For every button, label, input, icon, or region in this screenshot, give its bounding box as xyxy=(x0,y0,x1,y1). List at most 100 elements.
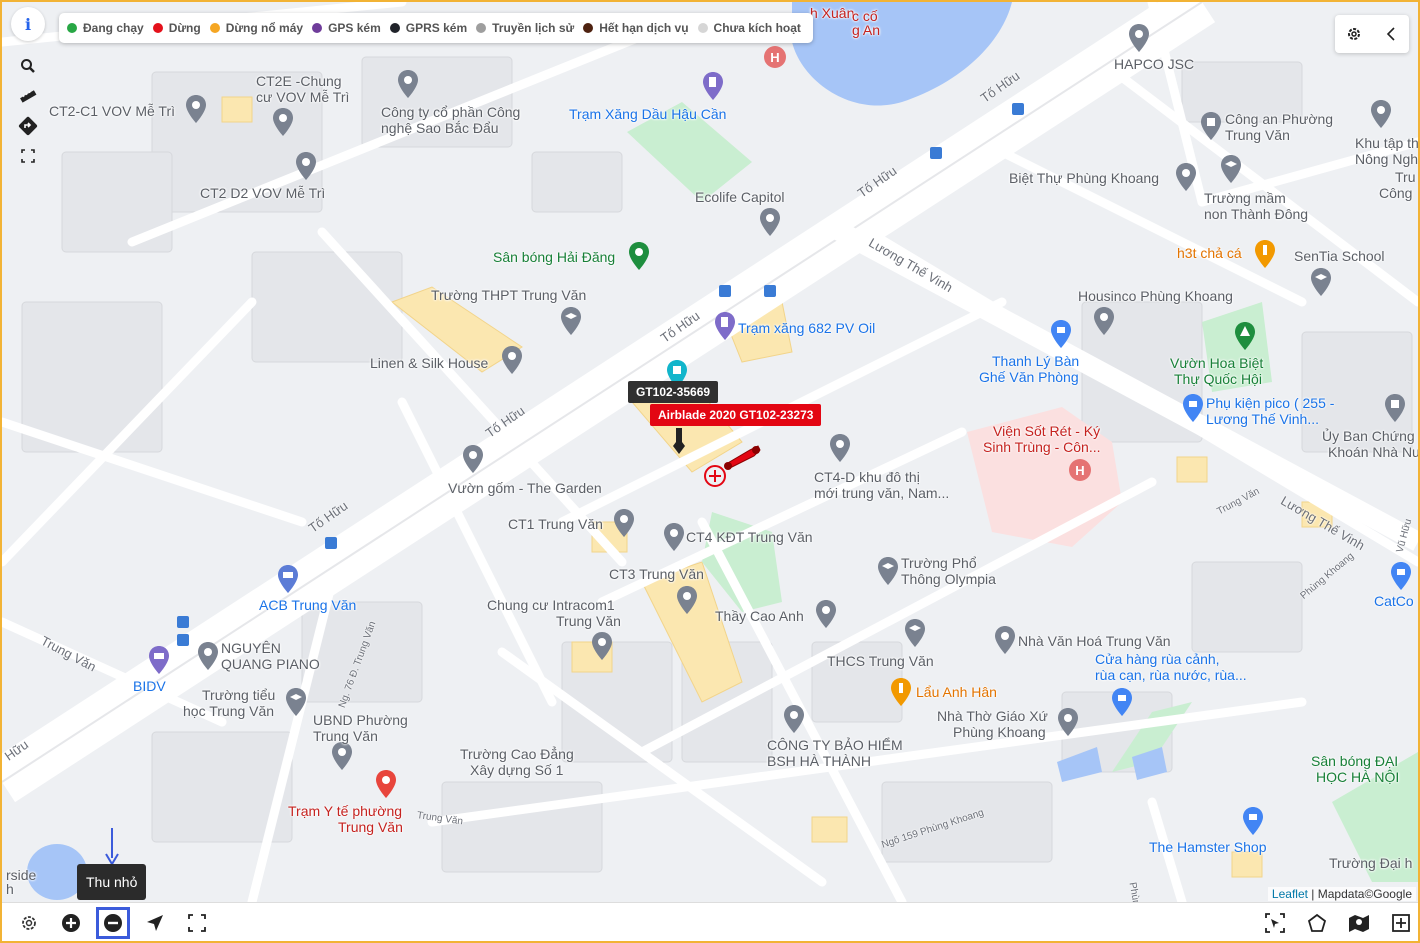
police-pin-icon[interactable] xyxy=(1200,112,1222,140)
bank-pin-icon[interactable] xyxy=(277,565,299,593)
map-canvas[interactable]: H H Tố Hữu Tố Hữu Tố Hữu Tố Hữu Tố Hữu L… xyxy=(2,2,1418,902)
school-pin-icon[interactable] xyxy=(877,557,899,585)
school-pin-icon[interactable] xyxy=(1310,268,1332,296)
poi-label: Thông Olympia xyxy=(901,571,996,587)
poi-label: nghệ Sao Bắc Đẩu xyxy=(381,120,499,136)
select-area-icon[interactable] xyxy=(1260,909,1290,937)
poi-label: ACB Trung Văn xyxy=(259,597,357,613)
school-pin-icon[interactable] xyxy=(904,619,926,647)
settings-icon[interactable] xyxy=(1335,15,1372,53)
shop-pin-icon[interactable] xyxy=(1390,562,1412,590)
stadium-pin-icon[interactable] xyxy=(628,242,650,270)
restaurant-pin-icon[interactable] xyxy=(1254,240,1276,268)
poi-label: Ecolife Capitol xyxy=(695,189,785,205)
map-pin-icon[interactable] xyxy=(613,509,635,537)
gas-station-pin-icon[interactable] xyxy=(702,72,724,100)
poi-label: Trung Văn xyxy=(338,819,403,835)
poi-label: Sinh Trùng - Côn... xyxy=(983,439,1101,455)
map-pin-icon[interactable] xyxy=(272,108,294,136)
map-pin-icon[interactable] xyxy=(676,586,698,614)
map-pin-icon[interactable] xyxy=(591,632,613,660)
gas-station-pin-icon[interactable] xyxy=(714,312,736,340)
poi-label: Biệt Thự Phùng Khoang xyxy=(1009,170,1160,186)
map-pin-icon[interactable] xyxy=(295,152,317,180)
poi-label: The Hamster Shop xyxy=(1149,839,1267,855)
shop-pin-icon[interactable] xyxy=(1182,394,1204,422)
status-dot xyxy=(476,23,487,33)
add-icon[interactable] xyxy=(1386,909,1416,937)
fit-bounds-icon[interactable] xyxy=(182,909,212,937)
poi-label: Linen & Silk House xyxy=(370,355,489,371)
school-pin-icon[interactable] xyxy=(1220,155,1242,183)
school-pin-icon[interactable] xyxy=(560,307,582,335)
info-button[interactable]: i xyxy=(11,7,45,41)
clinic-pin-icon[interactable] xyxy=(375,770,397,798)
poi-label: h Xuân xyxy=(810,5,855,21)
poi-label: Housinco Phùng Khoang xyxy=(1078,288,1233,304)
legend-item[interactable]: Dừng xyxy=(152,21,201,35)
map-pin-icon[interactable] xyxy=(501,346,523,374)
map-pin-icon[interactable] xyxy=(994,626,1016,654)
poi-label: HAPCO JSC xyxy=(1114,56,1195,72)
poi-label: Sân bóng Hải Đăng xyxy=(493,249,616,265)
map-pin-icon[interactable] xyxy=(197,642,219,670)
park-pin-icon[interactable] xyxy=(1234,322,1256,350)
legend-item[interactable]: Hết hạn dịch vụ xyxy=(583,21,689,35)
status-dot xyxy=(697,23,708,33)
fullscreen-icon[interactable] xyxy=(11,141,45,171)
poi-label: Vườn gốm - The Garden xyxy=(448,480,602,496)
poi-label: CT2-C1 VOV Mễ Trì xyxy=(49,103,176,119)
school-pin-icon[interactable] xyxy=(285,688,307,716)
search-icon[interactable] xyxy=(11,51,45,81)
zoom-out-tooltip: Thu nhỏ xyxy=(77,864,147,900)
map-pin-icon[interactable] xyxy=(1128,24,1150,52)
leaflet-link[interactable]: Leaflet xyxy=(1272,887,1308,901)
legend-item[interactable]: Chưa kích hoạt xyxy=(697,21,801,35)
map-pin-icon[interactable] xyxy=(185,95,207,123)
vehicle-label[interactable]: Airblade 2020 GT102-23273 xyxy=(650,404,822,426)
shop-pin-icon[interactable] xyxy=(1111,688,1133,716)
poi-label: Trạm Xăng Dầu Hậu Cần xyxy=(569,106,727,122)
legend-item[interactable]: Đang chạy xyxy=(67,21,144,35)
map-pin-icon[interactable] xyxy=(331,742,353,770)
legend-item[interactable]: Dừng nổ máy xyxy=(209,21,303,35)
poi-label: CÔNG TY BẢO HIỂM xyxy=(767,737,903,753)
directions-icon[interactable] xyxy=(11,111,45,141)
government-pin-icon[interactable] xyxy=(1384,394,1406,422)
map-pin-icon[interactable] xyxy=(1093,307,1115,335)
poi-label: Trường THPT Trung Văn xyxy=(431,287,587,303)
restaurant-pin-icon[interactable] xyxy=(890,678,912,706)
polygon-icon[interactable] xyxy=(1302,909,1332,937)
poi-label: h xyxy=(6,881,14,897)
zoom-out-icon[interactable] xyxy=(96,907,130,939)
map-pin-icon[interactable] xyxy=(1175,163,1197,191)
map-pin-icon[interactable] xyxy=(759,208,781,236)
locate-icon[interactable] xyxy=(140,909,170,937)
map-pin-icon[interactable] xyxy=(1370,100,1392,128)
poi-label: Lẩu Anh Hân xyxy=(916,684,997,700)
map-pin-icon[interactable] xyxy=(1057,708,1079,736)
ruler-icon[interactable] xyxy=(11,81,45,111)
map-pin-icon[interactable] xyxy=(397,70,419,98)
map-pin-icon[interactable] xyxy=(462,445,484,473)
vehicle-label[interactable]: GT102-35669 xyxy=(628,381,719,403)
legend-item[interactable]: GPS kém xyxy=(312,21,381,35)
shop-pin-icon[interactable] xyxy=(1050,320,1072,348)
attribution-text: Mapdata©Google xyxy=(1317,887,1412,901)
map-layers-icon[interactable] xyxy=(1344,909,1374,937)
poi-label: Trường Đại h xyxy=(1329,855,1413,871)
legend-label: Đang chạy xyxy=(83,21,144,35)
legend-item[interactable]: GPRS kém xyxy=(389,21,467,35)
map-pin-icon[interactable] xyxy=(783,705,805,733)
zoom-in-icon[interactable] xyxy=(56,909,86,937)
map-pin-icon[interactable] xyxy=(815,600,837,628)
legend-item[interactable]: Truyền lịch sử xyxy=(476,21,574,35)
map-pin-icon[interactable] xyxy=(663,523,685,551)
bank-pin-icon[interactable] xyxy=(148,646,170,674)
collapse-icon[interactable] xyxy=(1372,15,1409,53)
vehicle-marker-icon[interactable] xyxy=(672,428,686,454)
settings-icon[interactable] xyxy=(14,909,44,937)
status-dot xyxy=(152,23,163,33)
shop-pin-icon[interactable] xyxy=(1242,807,1264,835)
map-pin-icon[interactable] xyxy=(829,434,851,462)
